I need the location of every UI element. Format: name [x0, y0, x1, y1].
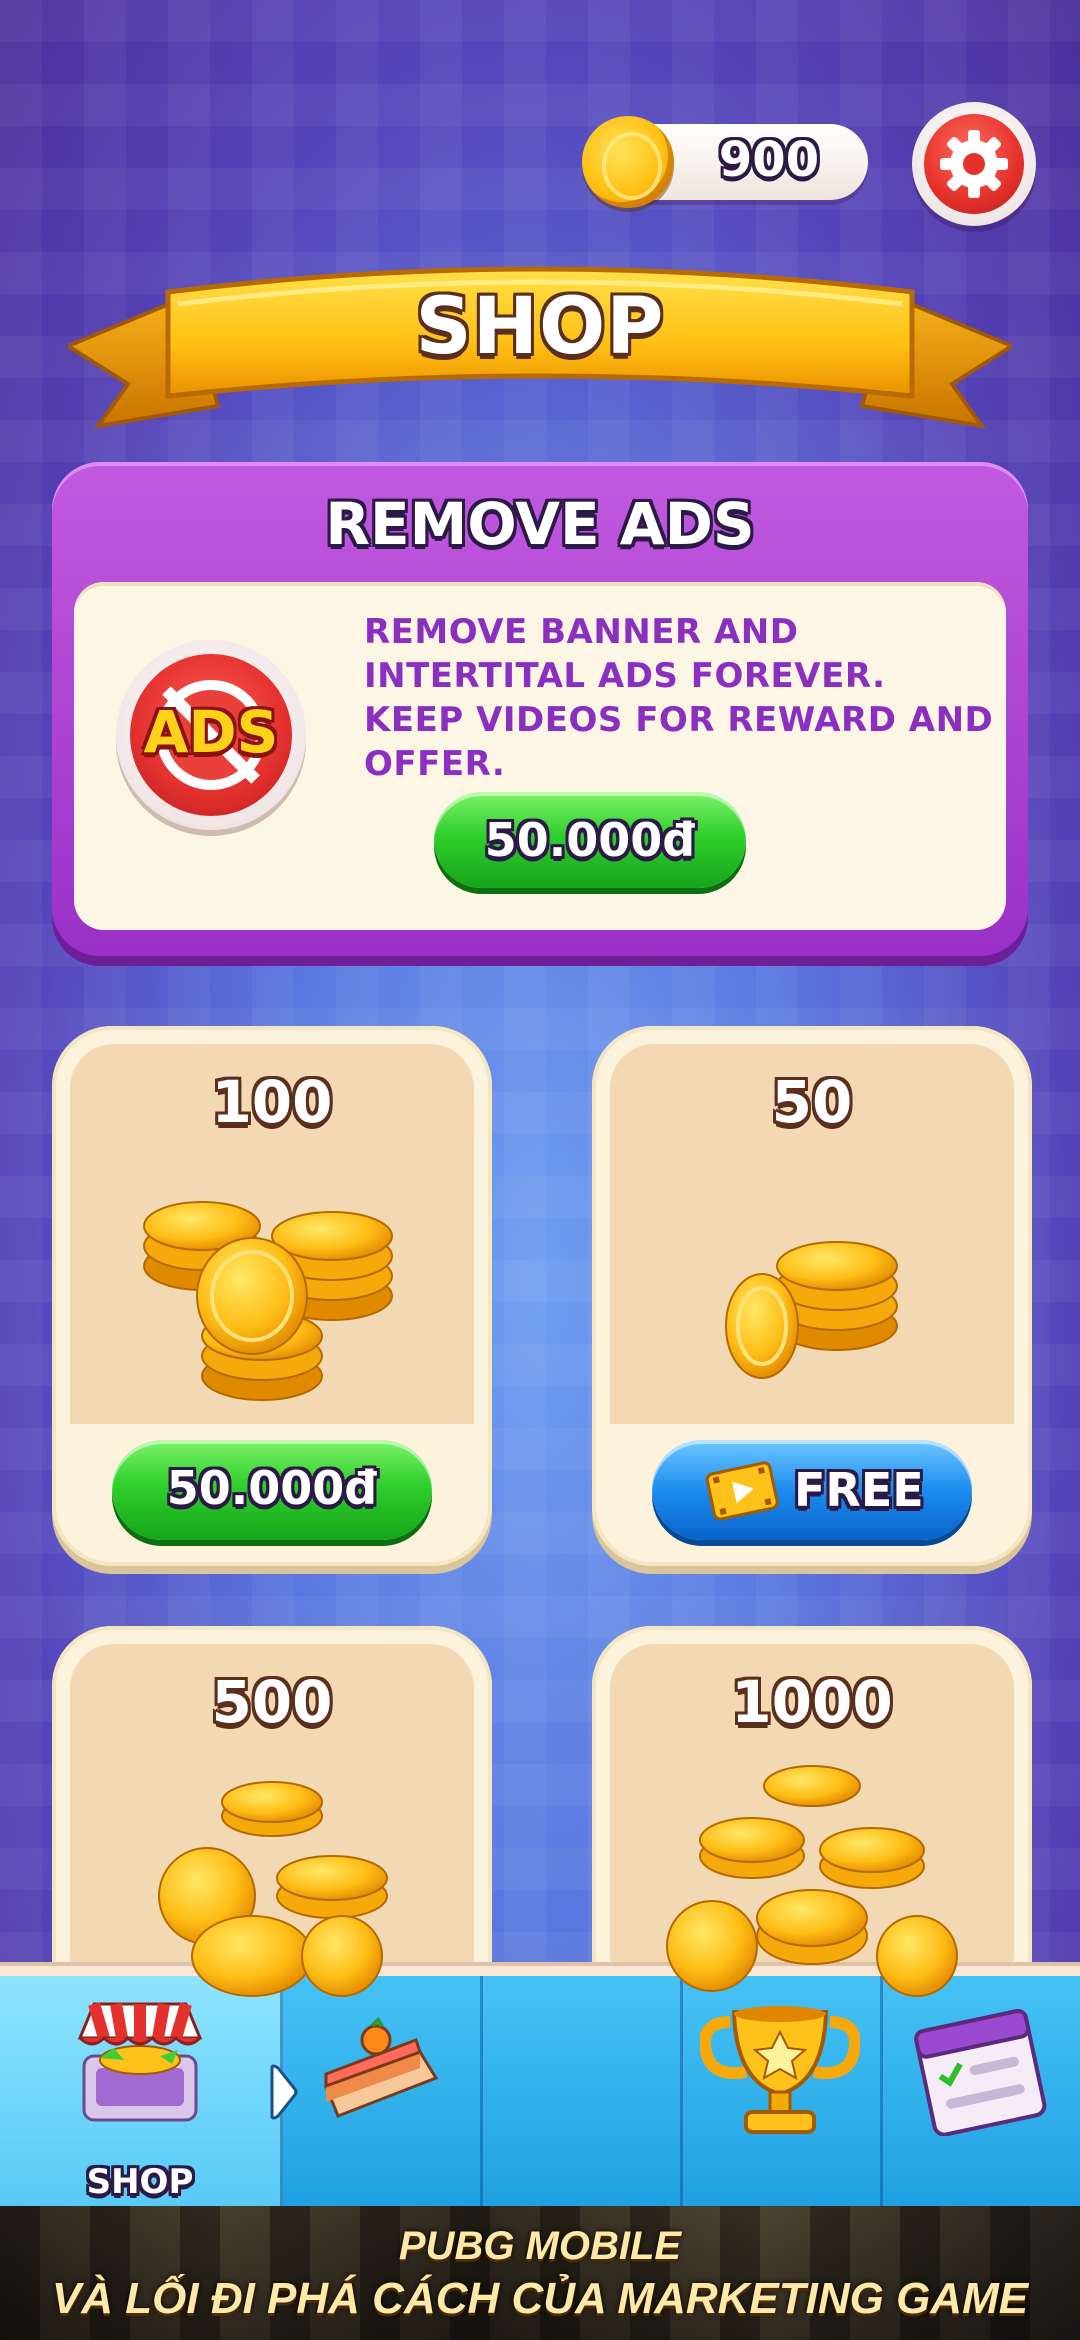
- remove-ads-panel: REMOVE ADS ADS REMOVE BANNER AND INTERTI…: [52, 462, 1028, 956]
- coin-balance-value: 900: [718, 132, 820, 188]
- watch-video-free-button[interactable]: FREE: [652, 1440, 972, 1540]
- pack-quantity: 1000: [731, 1668, 893, 1736]
- pack-quantity: 50: [771, 1068, 853, 1136]
- buy-100-button[interactable]: 50.000đ: [112, 1440, 432, 1540]
- pack-price: 50.000đ: [166, 1461, 378, 1515]
- ad-subheadline: VÀ LỐI ĐI PHÁ CÁCH CỦA MARKETING GAME: [51, 2274, 1029, 2323]
- remove-ads-price: 50.000đ: [484, 813, 696, 867]
- coin-stack-icon: [725, 1241, 898, 1379]
- coin-icon: [582, 116, 674, 208]
- coin-mountain-icon: [666, 1765, 958, 1997]
- shop-stall-icon: [77, 2002, 203, 2122]
- no-ads-icon-label: ADS: [143, 698, 279, 766]
- page-title: SHOP: [415, 282, 665, 372]
- advertisement-banner[interactable]: PUBG MOBILE VÀ LỐI ĐI PHÁ CÁCH CỦA MARKE…: [0, 2206, 1080, 2340]
- cake-icon: [324, 2016, 439, 2118]
- no-ads-icon: ADS: [116, 640, 306, 830]
- settings-button[interactable]: [912, 102, 1036, 226]
- free-label: FREE: [794, 1463, 924, 1517]
- remove-ads-title: REMOVE ADS: [325, 490, 755, 558]
- remove-ads-content: ADS REMOVE BANNER AND INTERTITAL ADS FOR…: [74, 582, 1006, 930]
- nav-tab-shop-label: SHOP: [86, 2162, 194, 2202]
- coin-stack-icon: [143, 1201, 393, 1401]
- coin-pile-icon: [158, 1781, 388, 1997]
- gear-icon: [940, 130, 1008, 198]
- video-reward-icon: [705, 1461, 779, 1521]
- pack-quantity: 500: [211, 1668, 333, 1736]
- remove-ads-description: REMOVE BANNER AND INTERTITAL ADS FOREVER…: [364, 612, 994, 784]
- pack-quantity: 100: [211, 1068, 333, 1136]
- coin-pack-50[interactable]: 50 FREE: [592, 1026, 1032, 1566]
- coin-pack-100[interactable]: 100 50.000đ: [52, 1026, 492, 1566]
- coin-balance: 900: [582, 116, 868, 208]
- trophy-icon: [700, 2006, 860, 2134]
- remove-ads-buy-button[interactable]: 50.000đ: [434, 792, 746, 888]
- calendar-checklist-icon: [914, 2008, 1047, 2136]
- ad-headline: PUBG MOBILE: [398, 2224, 682, 2268]
